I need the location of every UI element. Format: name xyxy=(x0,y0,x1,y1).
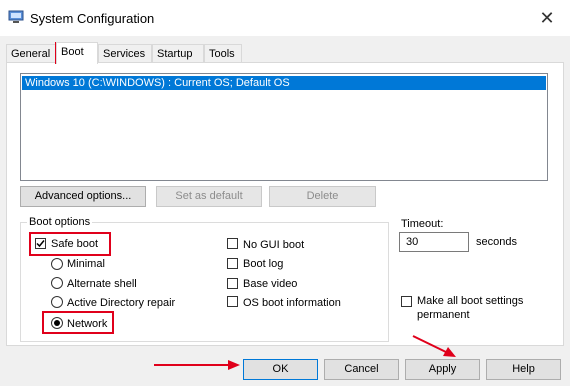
advanced-options-button[interactable]: Advanced options... xyxy=(20,186,146,207)
window-title: System Configuration xyxy=(30,11,155,26)
tab-general[interactable]: General xyxy=(6,44,56,62)
timeout-input[interactable]: 30 xyxy=(399,232,469,252)
safe-boot-label: Safe boot xyxy=(51,238,99,250)
help-button[interactable]: Help xyxy=(486,359,561,380)
network-label: Network xyxy=(67,318,108,330)
active-directory-repair-label: Active Directory repair xyxy=(67,297,176,309)
no-gui-boot-checkbox[interactable] xyxy=(227,238,238,249)
no-gui-boot-label: No GUI boot xyxy=(243,239,305,251)
system-configuration-window: System Configuration ✕ General Boot Serv… xyxy=(0,0,570,386)
base-video-label: Base video xyxy=(243,278,298,290)
tab-tools[interactable]: Tools xyxy=(204,44,242,62)
tab-boot[interactable]: Boot xyxy=(56,42,98,64)
boot-log-checkbox[interactable] xyxy=(227,258,238,269)
close-button[interactable]: ✕ xyxy=(524,0,570,36)
network-radio[interactable] xyxy=(51,317,63,329)
ok-arrow-icon xyxy=(154,360,240,370)
minimal-label: Minimal xyxy=(67,258,105,270)
checkmark-icon xyxy=(36,240,45,248)
tab-services[interactable]: Services xyxy=(98,44,152,62)
ok-button[interactable]: OK xyxy=(243,359,318,380)
boot-log-label: Boot log xyxy=(243,258,284,270)
timeout-label: Timeout: xyxy=(401,218,444,230)
os-list-item[interactable]: Windows 10 (C:\WINDOWS) : Current OS; De… xyxy=(22,76,546,90)
make-permanent-label-line2: permanent xyxy=(417,309,470,321)
safe-boot-checkbox[interactable] xyxy=(35,238,46,249)
make-permanent-label-line1: Make all boot settings xyxy=(417,295,524,307)
minimal-radio[interactable] xyxy=(51,258,63,270)
apply-button[interactable]: Apply xyxy=(405,359,480,380)
base-video-checkbox[interactable] xyxy=(227,278,238,289)
radio-selected-dot xyxy=(54,320,60,326)
make-permanent-checkbox[interactable] xyxy=(401,296,412,307)
set-as-default-button[interactable]: Set as default xyxy=(156,186,262,207)
os-boot-information-checkbox[interactable] xyxy=(227,296,238,307)
active-directory-repair-radio[interactable] xyxy=(51,296,63,308)
tab-startup[interactable]: Startup xyxy=(152,44,204,62)
title-bar: System Configuration ✕ xyxy=(0,0,570,36)
close-icon: ✕ xyxy=(539,7,555,28)
system-configuration-icon xyxy=(8,10,24,23)
os-boot-information-label: OS boot information xyxy=(243,297,341,309)
cancel-button[interactable]: Cancel xyxy=(324,359,399,380)
alternate-shell-radio[interactable] xyxy=(51,277,63,289)
alternate-shell-label: Alternate shell xyxy=(67,278,137,290)
delete-button[interactable]: Delete xyxy=(269,186,376,207)
seconds-label: seconds xyxy=(476,236,517,248)
boot-options-label: Boot options xyxy=(27,216,93,228)
os-list[interactable]: Windows 10 (C:\WINDOWS) : Current OS; De… xyxy=(20,73,548,181)
